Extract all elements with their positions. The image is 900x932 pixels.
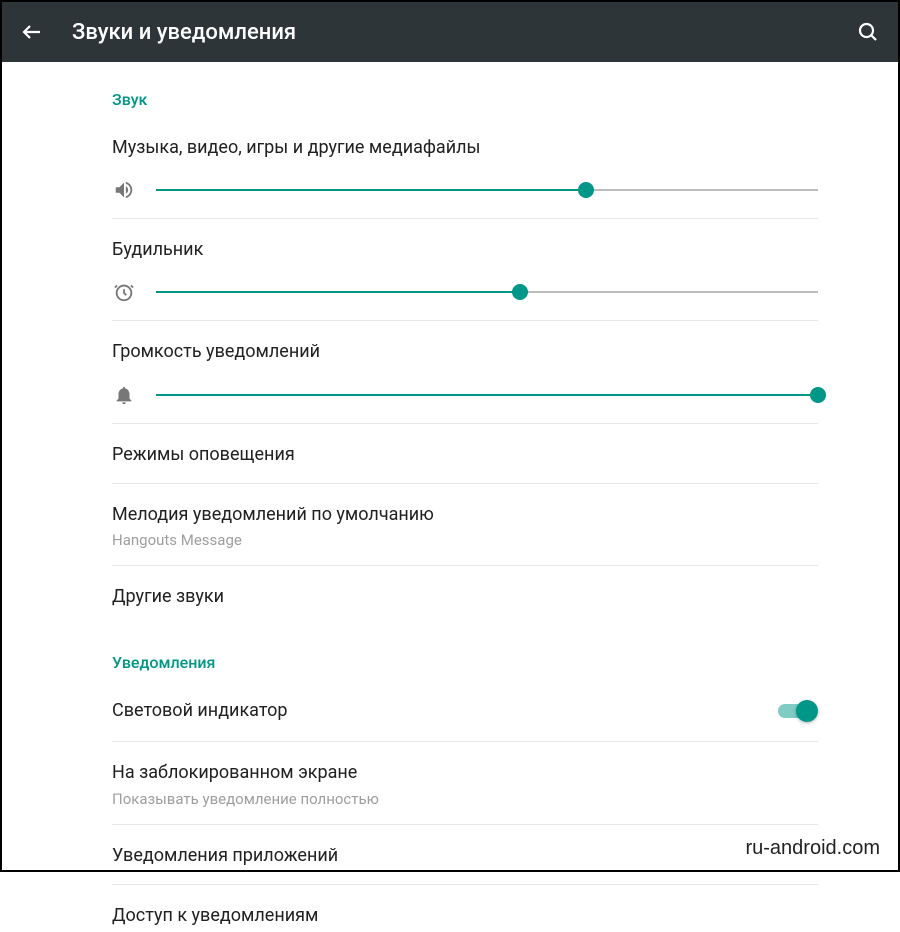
search-icon[interactable]: [856, 20, 880, 44]
notif-volume-slider[interactable]: [156, 387, 818, 403]
media-volume-label: Музыка, видео, игры и другие медиафайлы: [112, 135, 818, 160]
alarm-volume-slider[interactable]: [156, 284, 818, 300]
alarm-volume-label: Будильник: [112, 237, 818, 262]
toolbar: Звуки и уведомления: [2, 2, 898, 62]
alarm-volume-item: Будильник: [112, 219, 818, 321]
back-icon[interactable]: [20, 20, 44, 44]
section-header-sound: Звук: [112, 62, 818, 117]
page-title: Звуки и уведомления: [72, 20, 828, 45]
default-ringtone-sub: Hangouts Message: [112, 531, 818, 549]
section-header-notifications: Уведомления: [112, 625, 818, 680]
bell-icon: [112, 383, 136, 407]
other-sounds-item[interactable]: Другие звуки: [112, 566, 818, 625]
settings-list: Звук Музыка, видео, игры и другие медиаф…: [2, 62, 898, 932]
watermark: ru-android.com: [745, 837, 880, 860]
app-notifications-item[interactable]: Уведомления приложений: [112, 825, 818, 885]
default-ringtone-item[interactable]: Мелодия уведомлений по умолчанию Hangout…: [112, 484, 818, 566]
media-volume-slider[interactable]: [156, 182, 818, 198]
alarm-icon: [112, 280, 136, 304]
notif-volume-label: Громкость уведомлений: [112, 339, 818, 364]
led-indicator-label: Световой индикатор: [112, 698, 287, 723]
app-notifications-label: Уведомления приложений: [112, 843, 818, 868]
other-sounds-label: Другие звуки: [112, 584, 818, 609]
led-indicator-item[interactable]: Световой индикатор: [112, 680, 818, 742]
interruptions-label: Режимы оповещения: [112, 442, 818, 467]
interruptions-item[interactable]: Режимы оповещения: [112, 424, 818, 484]
led-indicator-toggle[interactable]: [778, 700, 818, 722]
lockscreen-sub: Показывать уведомление полностью: [112, 790, 818, 808]
lockscreen-label: На заблокированном экране: [112, 760, 818, 785]
notification-access-item[interactable]: Доступ к уведомлениям: [112, 885, 818, 932]
default-ringtone-label: Мелодия уведомлений по умолчанию: [112, 502, 818, 527]
notif-volume-item: Громкость уведомлений: [112, 321, 818, 423]
notification-access-label: Доступ к уведомлениям: [112, 903, 818, 928]
lockscreen-item[interactable]: На заблокированном экране Показывать уве…: [112, 742, 818, 824]
media-volume-item: Музыка, видео, игры и другие медиафайлы: [112, 117, 818, 219]
speaker-icon: [112, 178, 136, 202]
